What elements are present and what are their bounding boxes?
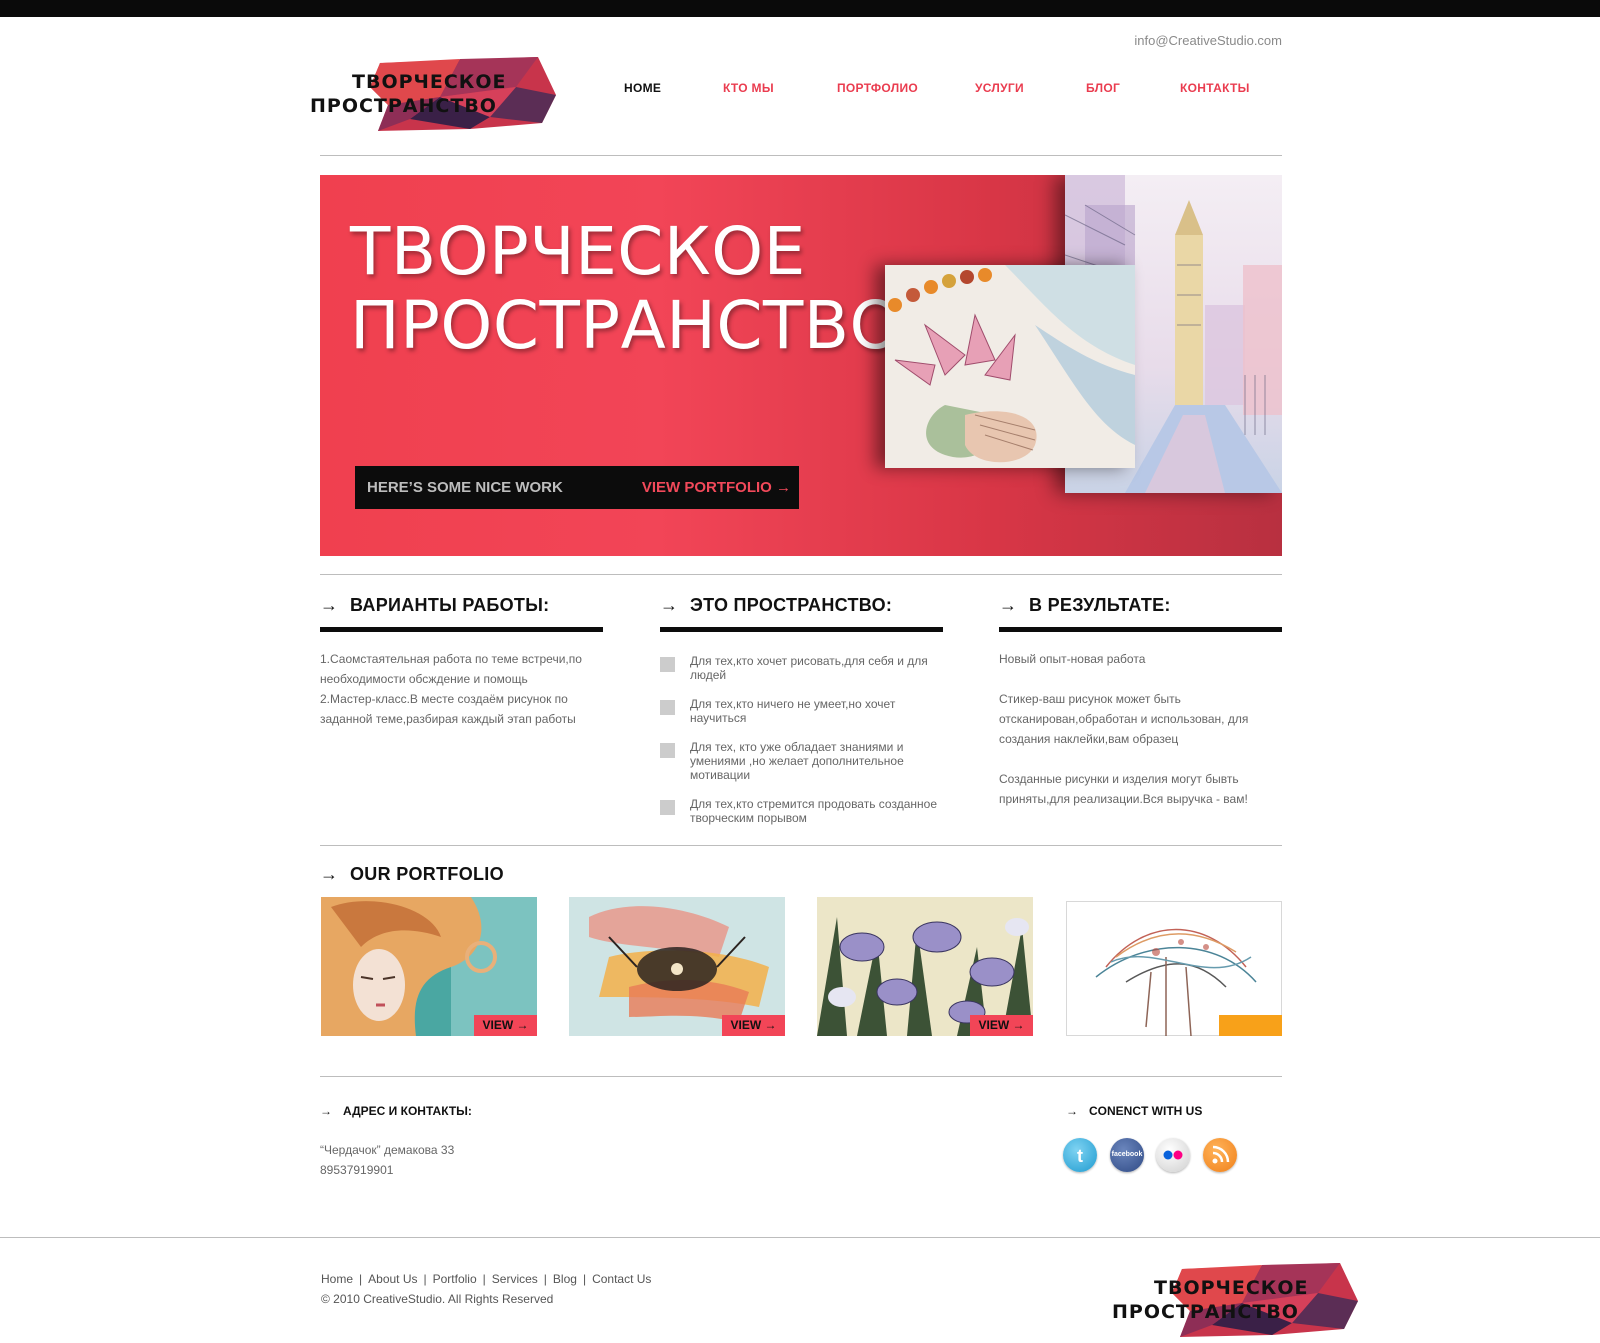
- portfolio-item-1[interactable]: VIEW →: [321, 897, 537, 1036]
- logo-line1: ТВОРЧЕСКОЕ: [1154, 1277, 1309, 1299]
- facebook-icon-text: facebook: [1111, 1151, 1143, 1158]
- header-email[interactable]: info@CreativeStudio.com: [1134, 33, 1282, 48]
- hero-title: ТВОРЧЕСКОЕ ПРОСТРАНСТВО: [350, 215, 902, 363]
- logo-line1: ТВОРЧЕСКОЕ: [352, 71, 507, 93]
- column-work-options: → ВАРИАНТЫ РАБОТЫ: 1.Саомстаятельная рабо…: [320, 595, 603, 729]
- svg-text:t: t: [1077, 1146, 1083, 1166]
- rss-glyph: [1212, 1145, 1230, 1164]
- footer-link-contact[interactable]: Contact Us: [592, 1272, 651, 1286]
- result-text-1: Новый опыт-новая работа: [999, 652, 1146, 666]
- footer-links: Home | About Us | Portfolio | Services | Blog | Co…: [321, 1272, 651, 1286]
- arrow-icon: →: [320, 864, 339, 884]
- footer-link-home[interactable]: Home: [321, 1272, 353, 1286]
- portfolio-item-3[interactable]: VIEW →: [817, 897, 1033, 1036]
- separator: |: [543, 1272, 547, 1286]
- hero-banner: ТВОРЧЕСКОЕ ПРОСТРАНСТВО HERE’S SOME NICE…: [320, 175, 1282, 556]
- hero-cta-bar[interactable]: HERE’S SOME NICE WORK VIEW PORTFOLIO →: [355, 466, 799, 509]
- arrow-icon: →: [660, 595, 679, 615]
- separator: |: [359, 1272, 363, 1286]
- header-logo[interactable]: ТВОРЧЕСКОЕ ПРОСТРАНСТВО: [310, 57, 560, 137]
- column-result: → В РЕЗУЛЬТАТЕ: Новый опыт-новая работа С…: [999, 595, 1282, 809]
- portfolio-item-2[interactable]: VIEW →: [569, 897, 785, 1036]
- nav-blog[interactable]: БЛОГ: [1086, 81, 1120, 95]
- portfolio-view-button-2[interactable]: VIEW →: [722, 1015, 785, 1036]
- column-this-space: → ЭТО ПРОСТРАНСТВО: Для тех,кто хочет рис…: [660, 595, 943, 840]
- columns-divider: [320, 845, 1282, 846]
- view-portfolio-link[interactable]: VIEW PORTFOLIO →: [642, 479, 791, 496]
- hero-divider: [320, 574, 1282, 575]
- hero-flower-artwork: [885, 265, 1135, 468]
- footer-link-about[interactable]: About Us: [368, 1272, 417, 1286]
- result-text-3: Созданные рисунки и изделия могут бывть …: [999, 772, 1248, 806]
- bullet-square-icon: [660, 700, 675, 715]
- nav-about[interactable]: КТО МЫ: [723, 81, 774, 95]
- footer-copyright: © 2010 CreativeStudio. All Rights Reserv…: [321, 1292, 554, 1306]
- portfolio-view-button-1[interactable]: VIEW →: [474, 1015, 537, 1036]
- top-bar: [0, 0, 1600, 17]
- separator: |: [423, 1272, 427, 1286]
- footer-divider: [0, 1237, 1600, 1238]
- nav-contacts[interactable]: КОНТАКТЫ: [1180, 81, 1250, 95]
- facebook-icon[interactable]: facebook: [1110, 1138, 1144, 1172]
- rss-icon[interactable]: [1203, 1138, 1237, 1172]
- separator: |: [582, 1272, 587, 1286]
- column-this-space-heading: → ЭТО ПРОСТРАНСТВО:: [660, 595, 943, 632]
- logo-line2: ПРОСТРАНСТВО: [310, 95, 497, 117]
- contacts-address: “Чердачок” демакова 33: [320, 1143, 455, 1157]
- result-text-2: Стикер-ваш рисунок может быть отсканиров…: [999, 692, 1249, 746]
- footer-logo[interactable]: ТВОРЧЕСКОЕ ПРОСТРАНСТВО: [1112, 1263, 1362, 1343]
- flickr-icon[interactable]: [1156, 1138, 1190, 1172]
- logo-line2: ПРОСТРАНСТВО: [1112, 1301, 1299, 1323]
- nav-portfolio[interactable]: ПОРТФОЛИО: [837, 81, 918, 95]
- header-divider: [320, 155, 1282, 156]
- hero-cta-label: HERE’S SOME NICE WORK: [367, 479, 563, 496]
- bullet-square-icon: [660, 743, 675, 758]
- nav-services[interactable]: УСЛУГИ: [975, 81, 1024, 95]
- bullet-square-icon: [660, 657, 675, 672]
- arrow-icon: →: [320, 595, 339, 615]
- work-option-1: 1.Саомстаятельная работа по теме встречи…: [320, 652, 582, 686]
- portfolio-view-button-3[interactable]: VIEW →: [970, 1015, 1033, 1036]
- social-heading: → CONENCT WITH US: [1066, 1104, 1203, 1118]
- arrow-icon: →: [320, 1104, 332, 1118]
- hero-title-line2: ПРОСТРАНСТВО: [350, 287, 902, 364]
- list-item: Для тех,кто хочет рисовать,для себя и дл…: [660, 654, 943, 682]
- footer-link-portfolio[interactable]: Portfolio: [433, 1272, 477, 1286]
- contacts-heading: → АДРЕС И КОНТАКТЫ:: [320, 1104, 472, 1118]
- work-option-2: 2.Мастер-класс.В месте создаём рисунок п…: [320, 692, 576, 726]
- list-item: Для тех,кто стремится продовать созданно…: [660, 797, 943, 825]
- portfolio-item-4[interactable]: [1066, 897, 1282, 1036]
- arrow-icon: →: [999, 595, 1018, 615]
- nav-home[interactable]: HOME: [624, 81, 661, 95]
- twitter-glyph: t: [1077, 1146, 1083, 1166]
- contacts-phone: 89537919901: [320, 1163, 394, 1177]
- footer-link-blog[interactable]: Blog: [553, 1272, 577, 1286]
- column-result-heading: → В РЕЗУЛЬТАТЕ:: [999, 595, 1282, 632]
- portfolio-view-button-4[interactable]: [1219, 1015, 1282, 1036]
- separator: |: [482, 1272, 486, 1286]
- arrow-icon: →: [1066, 1104, 1078, 1118]
- contacts-block: “Чердачок” демакова 33 89537919901: [320, 1140, 454, 1180]
- portfolio-divider: [320, 1076, 1282, 1077]
- twitter-icon[interactable]: t: [1063, 1138, 1097, 1172]
- list-item: Для тех,кто ничего не умеет,но хочет нау…: [660, 697, 943, 725]
- footer-link-services[interactable]: Services: [492, 1272, 538, 1286]
- hero-title-line1: ТВОРЧЕСКОЕ: [350, 213, 806, 290]
- portfolio-title: → OUR PORTFOLIO: [320, 864, 504, 884]
- flickr-glyph: [1163, 1150, 1183, 1160]
- bullet-square-icon: [660, 800, 675, 815]
- column-work-options-heading: → ВАРИАНТЫ РАБОТЫ:: [320, 595, 603, 632]
- list-item: Для тех, кто уже обладает знаниями и уме…: [660, 740, 943, 782]
